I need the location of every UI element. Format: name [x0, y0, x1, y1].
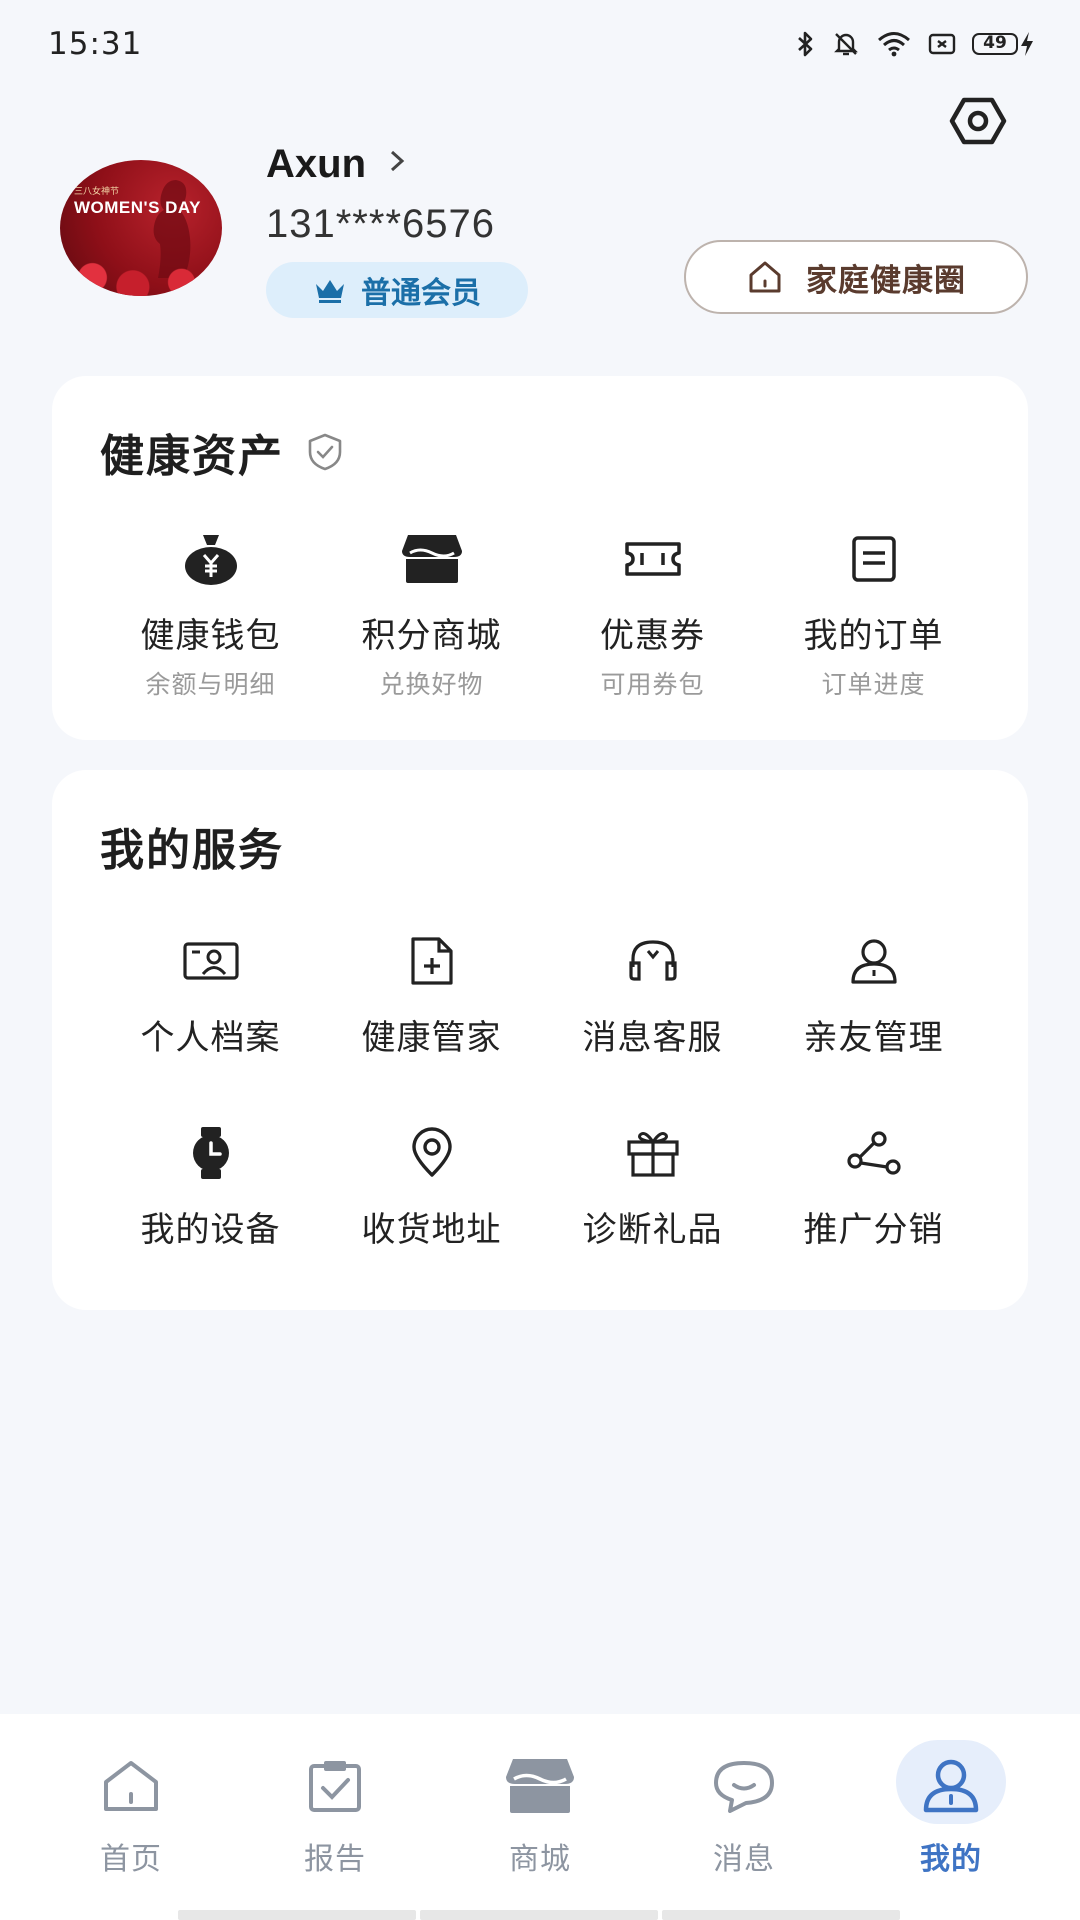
service-label: 收货地址 — [361, 1210, 502, 1250]
person-icon — [850, 939, 897, 984]
bottom-navigation: 首页 报告 商城 消息 我的 — [0, 1714, 1080, 1920]
service-item-family-management[interactable]: 亲友管理 — [763, 930, 984, 1059]
username: Axun — [266, 142, 366, 186]
asset-sublabel: 余额与明细 — [145, 670, 276, 699]
money-bag-icon — [184, 535, 237, 585]
tab-label: 消息 — [713, 1842, 775, 1877]
charging-bolt-icon — [1021, 32, 1033, 56]
home-indicator — [178, 1910, 900, 1920]
assets-title-row: 健康资产 — [100, 420, 344, 484]
member-level: 普通会员 — [361, 276, 481, 311]
tab-messages[interactable]: 消息 — [669, 1744, 819, 1878]
service-label: 消息客服 — [582, 1018, 723, 1058]
tab-home[interactable]: 首页 — [56, 1744, 206, 1878]
bluetooth-icon — [798, 31, 813, 57]
crown-icon — [316, 280, 344, 303]
family-health-circle-button[interactable]: 家庭健康圈 — [684, 240, 1028, 314]
add-document-icon — [410, 937, 453, 985]
asset-sublabel: 可用券包 — [600, 670, 705, 699]
asset-sublabel: 订单进度 — [821, 670, 926, 699]
asset-item-wallet[interactable]: 健康钱包 余额与明细 — [100, 528, 321, 701]
service-label: 亲友管理 — [803, 1018, 944, 1058]
user-icon — [923, 1759, 979, 1813]
service-item-personal-file[interactable]: 个人档案 — [100, 930, 321, 1059]
avatar-small-text: 三八女神节 — [74, 187, 120, 197]
asset-sublabel: 兑换好物 — [379, 670, 484, 699]
tab-label: 报告 — [304, 1842, 366, 1877]
username-row[interactable]: Axun — [266, 142, 406, 187]
avatar-text: WOMEN'S DAY — [74, 198, 201, 217]
status-time: 15:31 — [48, 26, 143, 62]
avatar-flowers — [60, 250, 222, 296]
service-label: 健康管家 — [361, 1018, 502, 1058]
watch-icon — [192, 1127, 229, 1179]
verified-shield-icon[interactable] — [306, 432, 344, 472]
service-item-health-manager[interactable]: 健康管家 — [321, 930, 542, 1059]
mute-bell-icon — [834, 33, 858, 56]
chevron-right-icon — [388, 147, 406, 183]
services-title: 我的服务 — [100, 825, 284, 876]
chat-bubble-icon — [714, 1761, 774, 1813]
battery-level: 49 — [972, 33, 1018, 55]
order-list-icon — [851, 536, 896, 582]
status-icons: 49 — [796, 30, 1036, 58]
service-label: 诊断礼品 — [582, 1210, 723, 1250]
location-pin-icon — [411, 1127, 452, 1177]
service-item-diagnosis-gift[interactable]: 诊断礼品 — [542, 1122, 763, 1251]
report-clipboard-icon — [309, 1761, 361, 1812]
tab-label: 首页 — [100, 1842, 162, 1877]
house-icon — [749, 261, 781, 293]
family-circle-label: 家庭健康圈 — [806, 262, 966, 299]
share-icon — [846, 1131, 901, 1175]
service-item-customer-service[interactable]: 消息客服 — [542, 930, 763, 1059]
settings-button[interactable] — [948, 94, 1008, 148]
asset-label: 健康钱包 — [140, 616, 281, 656]
assets-title: 健康资产 — [100, 431, 284, 482]
profile-page: 15:31 49 三八女神节 WOMEN'S DAY Axun 131****6… — [0, 0, 1080, 1920]
service-item-address[interactable]: 收货地址 — [321, 1122, 542, 1251]
tab-report[interactable]: 报告 — [260, 1744, 410, 1878]
store-icon — [401, 535, 462, 583]
service-label: 我的设备 — [140, 1210, 281, 1250]
my-services-card: 我的服务 个人档案 健康管家 消息客服 亲友管理 我的设备 收货地址 诊断礼品 … — [52, 770, 1028, 1310]
wifi-icon — [878, 32, 910, 57]
asset-item-coupons[interactable]: 优惠券 可用券包 — [542, 528, 763, 701]
tab-label: 我的 — [920, 1842, 982, 1877]
asset-item-orders[interactable]: 我的订单 订单进度 — [763, 528, 984, 701]
home-icon — [104, 1761, 158, 1811]
member-badge[interactable]: 普通会员 — [266, 262, 528, 318]
service-label: 推广分销 — [803, 1210, 944, 1250]
battery-indicator: 49 — [972, 30, 1036, 58]
service-item-my-devices[interactable]: 我的设备 — [100, 1122, 321, 1251]
tab-mall[interactable]: 商城 — [465, 1744, 615, 1878]
ticket-icon — [624, 542, 681, 576]
gift-icon — [626, 1132, 679, 1177]
mall-icon — [506, 1759, 574, 1813]
tab-me[interactable]: 我的 — [876, 1744, 1026, 1878]
health-assets-card: 健康资产 健康钱包 余额与明细 积分商城 兑换好物 优惠券 可用券包 我的订单 … — [52, 376, 1028, 740]
service-label: 个人档案 — [140, 1018, 281, 1058]
asset-label: 优惠券 — [600, 616, 705, 656]
profile-card-icon — [182, 942, 239, 980]
sim-card-icon — [928, 33, 956, 55]
asset-label: 我的订单 — [803, 616, 944, 656]
headset-icon — [628, 940, 677, 981]
settings-hexagon-icon — [949, 97, 1007, 145]
phone-number: 131****6576 — [266, 202, 495, 246]
service-item-promotion[interactable]: 推广分销 — [763, 1122, 984, 1251]
asset-item-points-mall[interactable]: 积分商城 兑换好物 — [321, 528, 542, 701]
tab-label: 商城 — [509, 1842, 571, 1877]
asset-label: 积分商城 — [361, 616, 502, 656]
status-bar: 15:31 49 — [0, 0, 1080, 92]
avatar[interactable]: 三八女神节 WOMEN'S DAY — [60, 160, 222, 296]
